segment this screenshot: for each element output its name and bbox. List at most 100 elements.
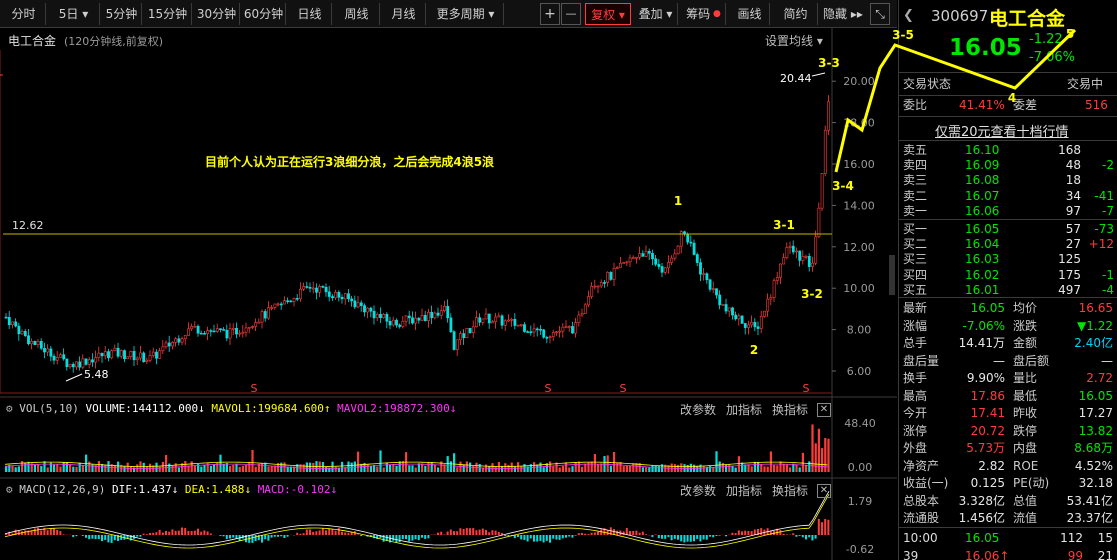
high-price-label: 20.44 [780,72,812,85]
bid-row[interactable]: 买四 16.02 175 -1 [899,268,1117,283]
level-change: -7 [1102,203,1114,218]
level-price: 16.07 [965,188,1000,203]
level-volume: 175 [1058,267,1081,282]
level-label: 买二 [903,237,928,252]
settings-icon[interactable]: ⚙ [6,402,13,415]
stat-label: PE(动) [1013,476,1050,490]
stat-label: 流通股 [903,511,940,525]
stat-value: 17.27 [1078,406,1113,420]
level-price: 16.01 [965,282,1000,297]
price-axis-tick: 16.00 [843,158,875,171]
stat-label: 涨跌 [1013,318,1038,333]
tick-time: 10:00 [903,531,938,545]
ask-row[interactable]: 卖一 16.06 97 -7 [899,204,1117,219]
price-axis-tick: 10.00 [843,282,875,295]
stat-row: 收益(一) 0.125 PE(动) 32.18 [899,476,1117,491]
macd-switch-indicator-button[interactable]: 换指标 [772,482,808,499]
stat-value: 17.41 [970,406,1005,420]
bid-row[interactable]: 买一 16.05 57 -73 [899,222,1117,237]
level-label: 卖三 [903,173,928,188]
macd-close-icon[interactable]: ✕ [817,484,831,498]
stat-label: 总股本 [903,493,940,508]
stat-label: 总值 [1013,493,1038,508]
stat-row: 总手 14.41万 金额 2.40亿 [899,336,1117,351]
ask-row[interactable]: 卖二 16.07 34 -41 [899,189,1117,204]
tick-volume: 112 [1060,531,1083,545]
tick-row: 10:00 16.05 112 15 [899,531,1117,546]
level-volume: 497 [1058,282,1081,297]
stat-row: 最高 17.86 最低 16.05 [899,389,1117,404]
stat-row: 换手 9.90% 量比 2.72 [899,371,1117,386]
vol-close-icon[interactable]: ✕ [817,403,831,417]
stat-label: 涨停 [903,423,928,438]
stat-row: 盘后量 — 盘后额 — [899,354,1117,369]
stat-value: 2.72 [1086,371,1113,385]
stat-label: 收益(一) [903,476,949,490]
level-change: -73 [1094,222,1114,236]
level-volume: 97 [1065,203,1081,218]
ask-row[interactable]: 卖四 16.09 48 -2 [899,158,1117,173]
stat-row: 最新 16.05 均价 16.65 [899,301,1117,316]
vol-switch-indicator-button[interactable]: 换指标 [772,401,808,418]
tick-volume: 99 [1067,549,1083,560]
stat-value: 53.41亿 [1066,493,1113,508]
tick-count: 15 [1097,531,1113,545]
stat-label: 总手 [903,336,928,350]
vol-edit-params-button[interactable]: 改参数 [680,401,716,418]
bid-row[interactable]: 买三 16.03 125 [899,252,1117,267]
s-marker: S [251,382,258,395]
annotation-text: 目前个人认为正在运行3浪细分浪，之后会完成4浪5浪 [205,154,494,169]
stat-label: 最低 [1013,388,1038,403]
level-label: 卖五 [903,143,928,157]
stock-code: 300697 [931,7,989,25]
price-axis-tick: 20.00 [843,75,875,88]
tick-price: 16.05 [965,531,1000,545]
stat-value: ▼1.22 [1077,318,1113,333]
weibi-row: 委比 41.41% 委差 516 [903,98,1108,112]
stat-label: 跌停 [1013,423,1038,438]
macd-add-indicator-button[interactable]: 加指标 [726,482,762,499]
stat-value: 1.456亿 [958,511,1005,525]
stat-label: 昨收 [1013,406,1038,420]
stat-row: 外盘 5.73万 内盘 8.68万 [899,441,1117,456]
trade-status-row: 交易状态 交易中 [903,77,1104,91]
level-volume: 48 [1065,158,1081,173]
price-axis-tick: 18.00 [843,117,875,130]
level-label: 买一 [903,222,928,236]
stat-label: 外盘 [903,441,928,455]
vol-add-indicator-button[interactable]: 加指标 [726,401,762,418]
stat-label: 最高 [903,388,928,403]
level-price: 16.08 [965,173,1000,188]
stat-label: 净资产 [903,458,940,473]
stat-label: 换手 [903,371,928,385]
macd-edit-params-button[interactable]: 改参数 [680,482,716,499]
stat-value: 0.125 [970,476,1005,490]
chart-title: 电工合金 (120分钟线,前复权) [8,32,163,49]
price-axis-tick: 12.00 [843,241,875,254]
stock-name: 电工合金 [989,8,1066,30]
level-label: 卖一 [903,203,928,218]
bid-row[interactable]: 买二 16.04 27 +12 [899,237,1117,252]
ma-settings-button[interactable]: 设置均线 ▾ [765,32,823,49]
level-volume: 18 [1065,173,1081,188]
ask-row[interactable]: 卖三 16.08 18 [899,173,1117,188]
low-price-label: 5.48 [84,368,109,381]
settings-icon[interactable]: ⚙ [6,483,13,496]
ask-row[interactable]: 卖五 16.10 168 [899,143,1117,158]
price-scrollbar [889,255,895,295]
level-price: 16.06 [965,203,1000,218]
stat-label: 量比 [1013,371,1038,385]
bid-row[interactable]: 买五 16.01 497 -4 [899,283,1117,298]
kline-chart[interactable]: 20.00 18.00 16.00 14.00 12.00 10.00 8.00 6.00 48… [0,0,897,560]
stat-value: 32.18 [1078,476,1113,490]
level-volume: 34 [1065,188,1081,203]
level-label: 卖四 [903,158,928,173]
prev-stock-icon[interactable]: ❮ [903,8,914,23]
level2-link[interactable]: 仅需20元查看十档行情 [935,121,1069,140]
stat-value: 16.05 [970,301,1005,315]
stat-row: 流通股 1.456亿 流值 23.37亿 [899,511,1117,526]
stock-name-label: 电工合金 [8,34,57,48]
s-marker: S [620,382,627,395]
stat-label: ROE [1013,458,1039,473]
stat-value: 4.52% [1074,458,1113,473]
